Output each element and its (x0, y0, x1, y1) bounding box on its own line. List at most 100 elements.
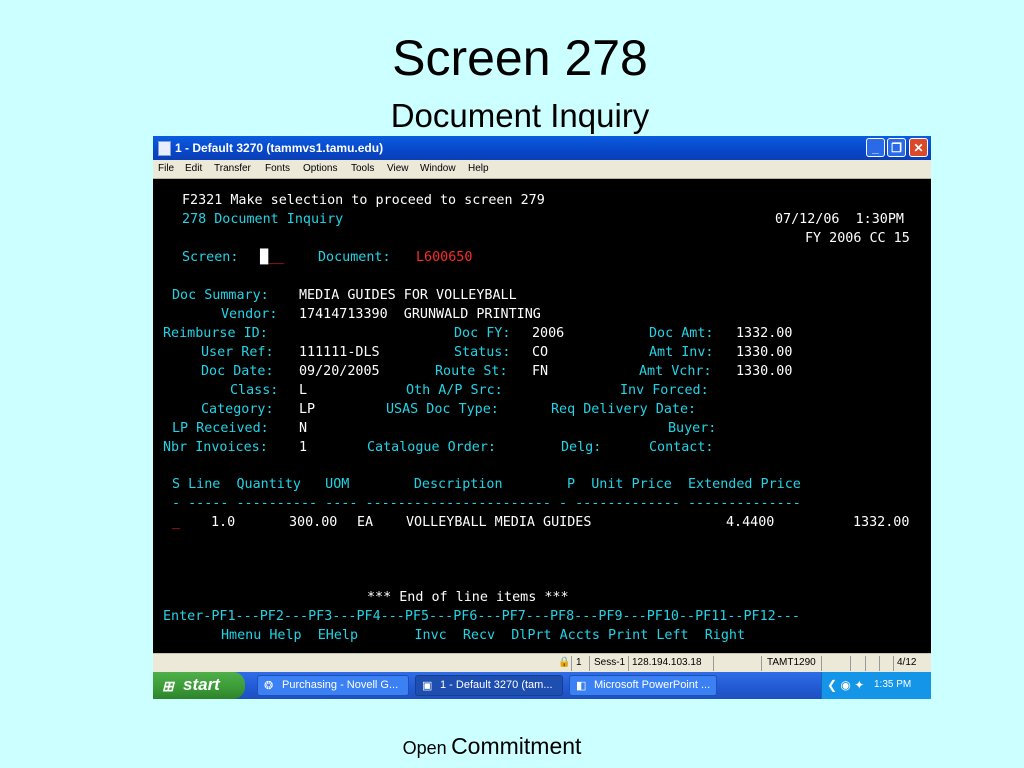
reimburse-id-label: Reimburse ID: (163, 326, 268, 341)
terminal-app-icon (158, 141, 171, 156)
doc-summary-label: Doc Summary: (172, 288, 269, 303)
row-uom: EA (357, 515, 374, 530)
category-value: LP (299, 402, 316, 417)
menu-options[interactable]: Options (303, 163, 337, 174)
doc-amt-value: 1332.00 (736, 326, 793, 341)
slide-subtitle: Document Inquiry (390, 97, 650, 134)
restore-button[interactable]: ❐ (887, 138, 906, 157)
minimize-button[interactable]: _ (866, 138, 885, 157)
status-cell-1: 1 (576, 657, 582, 668)
menu-file[interactable]: File (158, 163, 174, 174)
message-line: F2321 Make selection to proceed to scree… (182, 193, 545, 208)
nbr-invoices-value: 1 (299, 440, 308, 455)
amt-inv-label: Amt Inv: (649, 345, 714, 360)
row-line: 1.0 (211, 515, 236, 530)
taskbar-item-3270[interactable]: ▣ 1 - Default 3270 (tam... (415, 675, 563, 696)
windows-flag-icon: ⊞ (162, 678, 174, 694)
table-header: S Line Quantity UOM Description P Unit P… (172, 477, 801, 492)
route-st-value: FN (532, 364, 549, 379)
status-label: Status: (454, 345, 511, 360)
caption-commitment: Commitment (451, 733, 582, 759)
screen-input-cursor[interactable]: █ (260, 248, 268, 267)
status-value: CO (532, 345, 549, 360)
route-st-label: Route St: (435, 364, 508, 379)
vendor-label: Vendor: (221, 307, 278, 322)
terminal-icon: ▣ (422, 680, 433, 692)
row-quantity: 300.00 (289, 515, 338, 530)
lp-received-label: LP Received: (172, 421, 269, 436)
status-ip: 128.194.103.18 (632, 657, 702, 668)
menu-fonts[interactable]: Fonts (265, 163, 290, 174)
amt-vchr-label: Amt Vchr: (639, 364, 712, 379)
window-title: 1 - Default 3270 (tammvs1.tamu.edu) (175, 141, 384, 155)
clock: 1:35 PM (874, 679, 912, 690)
end-of-items: *** End of line items *** (367, 590, 569, 605)
terminal-window: 1 - Default 3270 (tammvs1.tamu.edu) _ ❐ … (153, 136, 931, 699)
status-terminal-id: TAMT1290 (767, 657, 816, 668)
screen-title: 278 Document Inquiry (182, 212, 344, 227)
doc-date-value: 09/20/2005 (299, 364, 380, 379)
fiscal-year: FY 2006 CC 15 (805, 231, 910, 246)
vendor-value: 17414713390 GRUNWALD PRINTING (299, 307, 541, 322)
taskbar-item-groupwise[interactable]: ❂ Purchasing - Novell G... (257, 675, 409, 696)
table-rule: - ----- ---------- ---- ----------------… (172, 496, 801, 511)
status-bar: 🔒 1 Sess-1 128.194.103.18 TAMT1290 4/12 (153, 653, 931, 673)
row-extended-price: 1332.00 (853, 515, 910, 530)
close-button[interactable]: ✕ (909, 138, 928, 157)
menu-help[interactable]: Help (468, 163, 489, 174)
terminal-screen: F2321 Make selection to proceed to scree… (153, 179, 931, 653)
contact-label: Contact: (649, 440, 714, 455)
req-delivery-date-label: Req Delivery Date: (551, 402, 697, 417)
user-ref-value: 111111-DLS (299, 345, 380, 360)
class-label: Class: (230, 383, 279, 398)
doc-amt-label: Doc Amt: (649, 326, 714, 341)
menu-window[interactable]: Window (420, 163, 456, 174)
category-label: Category: (201, 402, 274, 417)
user-ref-label: User Ref: (201, 345, 274, 360)
row-description: VOLLEYBALL MEDIA GUIDES (406, 515, 592, 530)
system-tray: ❮ ◉ ✦ 1:35 PM (821, 672, 931, 699)
taskbar: ⊞ start ❂ Purchasing - Novell G... ▣ 1 -… (153, 672, 931, 699)
taskbar-item-powerpoint[interactable]: ◧ Microsoft PowerPoint ... (569, 675, 717, 696)
inv-forced-label: Inv Forced: (620, 383, 709, 398)
powerpoint-icon: ◧ (576, 680, 587, 692)
status-session: Sess-1 (594, 657, 626, 668)
pf-key-labels[interactable]: Hmenu Help EHelp Invc Recv DlPrt Accts P… (221, 626, 745, 645)
caption-open: Open (402, 738, 447, 758)
amt-inv-value: 1330.00 (736, 345, 793, 360)
slide-caption: Open Commitment (0, 731, 984, 765)
doc-fy-value: 2006 (532, 326, 565, 341)
start-button[interactable]: ⊞ start (153, 672, 245, 699)
catalogue-order-label: Catalogue Order: (367, 440, 496, 455)
menu-edit[interactable]: Edit (185, 163, 202, 174)
delg-label: Delg: (561, 440, 602, 455)
slide-title: Screen 278 (392, 30, 648, 86)
pf-key-bar: Enter-PF1---PF2---PF3---PF4---PF5---PF6-… (163, 609, 800, 624)
screen-label: Screen: (182, 250, 239, 265)
document-label: Document: (318, 250, 391, 265)
menu-bar: File Edit Transfer Fonts Options Tools V… (153, 160, 931, 179)
row-unit-price: 4.4400 (726, 515, 775, 530)
tray-icons[interactable]: ❮ ◉ ✦ (827, 678, 864, 692)
document-input[interactable]: L600650 (416, 248, 472, 267)
status-position: 4/12 (897, 657, 917, 668)
menu-transfer[interactable]: Transfer (214, 163, 251, 174)
class-value: L (299, 383, 308, 398)
buyer-label: Buyer: (668, 421, 717, 436)
window-titlebar[interactable]: 1 - Default 3270 (tammvs1.tamu.edu) _ ❐ … (153, 136, 931, 160)
usas-doc-type-label: USAS Doc Type: (386, 402, 499, 417)
date-time: 07/12/06 1:30PM (775, 212, 904, 227)
oth-ap-src-label: Oth A/P Src: (406, 383, 503, 398)
doc-fy-label: Doc FY: (454, 326, 511, 341)
screen-input[interactable]: __ (268, 248, 284, 267)
groupwise-icon: ❂ (264, 680, 274, 692)
doc-date-label: Doc Date: (201, 364, 274, 379)
lock-icon: 🔒 (558, 657, 571, 668)
doc-summary-value: MEDIA GUIDES FOR VOLLEYBALL (299, 288, 517, 303)
row-select-input[interactable]: _ (172, 513, 180, 532)
amt-vchr-value: 1330.00 (736, 364, 793, 379)
menu-tools[interactable]: Tools (351, 163, 374, 174)
nbr-invoices-label: Nbr Invoices: (163, 440, 268, 455)
lp-received-value: N (299, 421, 308, 436)
menu-view[interactable]: View (387, 163, 409, 174)
